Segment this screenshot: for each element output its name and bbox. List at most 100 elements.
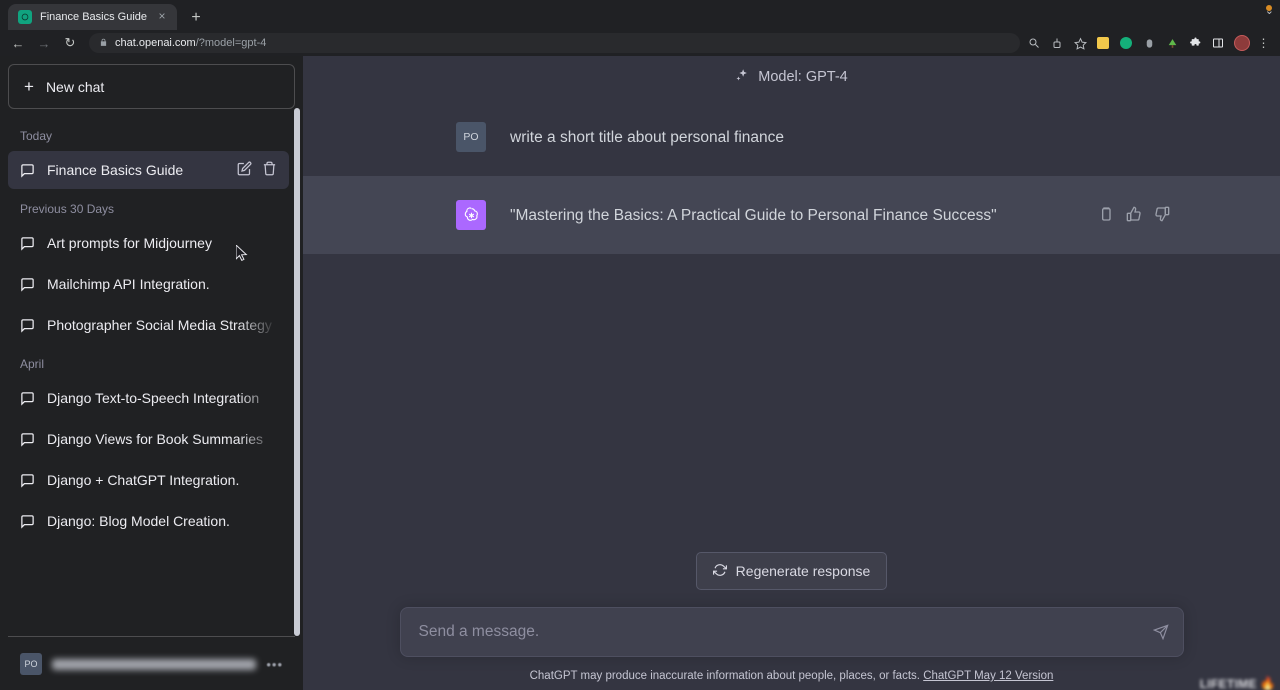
message-composer[interactable] — [399, 607, 1184, 657]
chat-row-actions — [237, 161, 277, 179]
url-domain: chat.openai.com — [115, 37, 196, 49]
chat-history-item-label: Django Views for Book Summaries — [47, 431, 264, 447]
chatgpt-app: + New chat Today Finance Basics Guide Pr… — [0, 56, 1280, 690]
watermark-text: LIFETIME — [1199, 677, 1257, 690]
puzzle-extensions-icon[interactable] — [1188, 36, 1203, 51]
notification-dot-icon — [1266, 5, 1272, 11]
regenerate-label: Regenerate response — [735, 563, 871, 579]
extension-icons: ⋮ — [1027, 35, 1275, 51]
chat-history-item-label: Art prompts for Midjourney — [47, 235, 212, 251]
tab-strip: Finance Basics Guide × + ⌄ — [0, 0, 1280, 30]
tab-title: Finance Basics Guide — [40, 11, 147, 23]
send-icon[interactable] — [1152, 624, 1169, 640]
message-action-bar — [1098, 206, 1170, 227]
main-chat-area: Model: GPT-4 PO write a short title abou… — [303, 56, 1280, 690]
chat-history-item[interactable]: Django Views for Book Summaries — [8, 420, 289, 458]
chat-bubble-icon — [20, 432, 35, 447]
browser-chrome: Finance Basics Guide × + ⌄ ← → ↻ chat.op… — [0, 0, 1280, 56]
message-assistant: "Mastering the Basics: A Practical Guide… — [303, 176, 1280, 254]
bookmark-star-icon[interactable] — [1073, 36, 1088, 51]
grammarly-extension-icon[interactable] — [1119, 36, 1134, 51]
chat-history-item[interactable]: Django + ChatGPT Integration. — [8, 461, 289, 499]
chat-history-item[interactable]: Django: Blog Model Creation. — [8, 502, 289, 540]
disclaimer-footnote: ChatGPT may produce inaccurate informati… — [303, 670, 1280, 682]
flame-icon: 🔥 — [1259, 676, 1276, 690]
reload-button[interactable]: ↻ — [58, 32, 82, 54]
chatgpt-favicon-icon — [18, 10, 32, 24]
watermark: LIFETIME 🔥 — [1200, 676, 1276, 690]
chat-history-item-label: Mailchimp API Integration. — [47, 276, 210, 292]
thumbs-down-icon[interactable] — [1154, 206, 1170, 227]
user-name-redacted — [52, 658, 257, 670]
sidebar-scrollbar[interactable] — [294, 108, 300, 636]
back-button[interactable]: ← — [6, 32, 30, 54]
notes-extension-icon[interactable] — [1096, 36, 1111, 51]
sidebar-footer: PO ••• — [8, 636, 295, 682]
chat-history-item[interactable]: Photographer Social Media Strategy — [8, 306, 289, 344]
avatar: PO — [20, 653, 42, 675]
lock-icon — [99, 38, 108, 49]
tree-extension-icon[interactable] — [1165, 36, 1180, 51]
chat-history-item-label: Django Text-to-Speech Integration — [47, 390, 260, 406]
edit-icon[interactable] — [237, 161, 252, 179]
forward-button[interactable]: → — [32, 32, 56, 54]
openai-logo-icon — [456, 200, 486, 230]
model-header: Model: GPT-4 — [303, 56, 1280, 98]
tab-close-icon[interactable]: × — [155, 10, 169, 24]
chrome-menu-icon[interactable]: ⋮ — [1258, 36, 1271, 50]
message-user: PO write a short title about personal fi… — [303, 98, 1280, 176]
message-text: write a short title about personal finan… — [510, 129, 784, 146]
plus-icon: + — [24, 77, 34, 96]
sparkles-icon — [735, 68, 750, 87]
url-text: chat.openai.com/?model=gpt-4 — [115, 37, 266, 49]
sidepanel-icon[interactable] — [1211, 36, 1226, 51]
chat-history-item-label: Django: Blog Model Creation. — [47, 513, 230, 529]
chat-bubble-icon — [20, 163, 35, 178]
model-label: Model: GPT-4 — [758, 69, 848, 85]
group-label-april: April — [20, 357, 45, 371]
version-link[interactable]: ChatGPT May 12 Version — [923, 670, 1053, 682]
group-label-today: Today — [20, 129, 53, 143]
chrome-profile-avatar[interactable] — [1233, 35, 1250, 51]
user-profile-row[interactable]: PO ••• — [8, 647, 295, 681]
regenerate-response-button[interactable]: Regenerate response — [695, 552, 888, 590]
chat-bubble-icon — [20, 391, 35, 406]
disclaimer-text: ChatGPT may produce inaccurate informati… — [529, 670, 920, 682]
chat-history-item-active[interactable]: Finance Basics Guide — [8, 151, 289, 189]
avatar: PO — [456, 122, 486, 152]
chat-history-item-label: Finance Basics Guide — [47, 162, 184, 178]
chat-history-list[interactable]: Today Finance Basics Guide Previous 30 D… — [8, 119, 295, 636]
thumbs-up-icon[interactable] — [1126, 206, 1142, 227]
new-chat-button[interactable]: + New chat — [8, 64, 295, 109]
chat-history-item-label: Django + ChatGPT Integration. — [47, 472, 240, 488]
refresh-icon — [712, 563, 727, 580]
copy-icon[interactable] — [1098, 206, 1114, 227]
chat-bubble-icon — [20, 473, 35, 488]
window-controls: ⌄ — [1265, 4, 1274, 17]
chat-history-item[interactable]: Mailchimp API Integration. — [8, 265, 289, 303]
group-label-previous-30-days: Previous 30 Days — [20, 202, 115, 216]
chat-history-item-label: Photographer Social Media Strategy — [47, 317, 272, 333]
browser-tab[interactable]: Finance Basics Guide × — [8, 4, 177, 30]
omnibox-bar: ← → ↻ chat.openai.com/?model=gpt-4 ⋮ — [0, 30, 1280, 56]
message-text: "Mastering the Basics: A Practical Guide… — [510, 207, 997, 224]
chat-bubble-icon — [20, 236, 35, 251]
chat-history-item[interactable]: Django Text-to-Speech Integration — [8, 379, 289, 417]
mouse-extension-icon[interactable] — [1142, 36, 1157, 51]
share-icon[interactable] — [1050, 36, 1065, 51]
message-list: PO write a short title about personal fi… — [303, 98, 1280, 254]
zoom-icon[interactable] — [1027, 36, 1042, 51]
new-tab-button[interactable]: + — [183, 6, 209, 30]
chat-bubble-icon — [20, 514, 35, 529]
profile-menu-icon[interactable]: ••• — [266, 657, 283, 672]
composer-zone: Regenerate response ChatGPT may produce … — [303, 552, 1280, 690]
chat-input[interactable] — [418, 623, 1153, 641]
chat-bubble-icon — [20, 277, 35, 292]
sidebar: + New chat Today Finance Basics Guide Pr… — [0, 56, 303, 690]
chat-bubble-icon — [20, 318, 35, 333]
address-bar[interactable]: chat.openai.com/?model=gpt-4 — [89, 33, 1020, 53]
trash-icon[interactable] — [262, 161, 277, 179]
new-chat-label: New chat — [45, 78, 105, 95]
chat-history-item[interactable]: Art prompts for Midjourney — [8, 224, 289, 262]
url-path: /?model=gpt-4 — [195, 37, 267, 49]
